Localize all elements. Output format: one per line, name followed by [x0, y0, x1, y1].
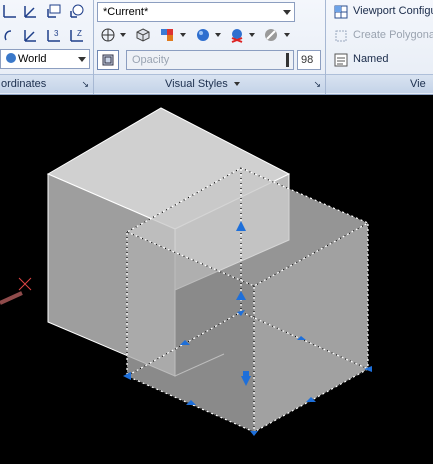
chevron-down-icon	[78, 57, 86, 62]
ucs-axis-indicator	[0, 277, 32, 305]
create-polygonal-button[interactable]: Create Polygona	[353, 29, 433, 41]
chevron-down-icon[interactable]	[249, 33, 255, 37]
ucs-view-icon[interactable]	[21, 2, 39, 20]
viewport-config-icon[interactable]	[332, 3, 350, 21]
xray-icon[interactable]	[97, 50, 119, 70]
edge-effects-icon[interactable]	[99, 26, 117, 44]
ucs-combo[interactable]: World	[0, 49, 90, 69]
chevron-down-icon[interactable]	[284, 33, 290, 37]
viewports-panel-title[interactable]: Vie	[326, 74, 433, 93]
model-canvas[interactable]	[0, 95, 433, 464]
opacity-placeholder: Opacity	[132, 54, 170, 66]
ucs-combo-value: World	[18, 53, 47, 65]
lighting-icon[interactable]	[262, 26, 280, 44]
ucs-x-icon[interactable]: Z	[68, 26, 86, 44]
ribbon: 3 Z World ordinates ↘ *Current* Opacity …	[0, 0, 433, 95]
ucs-icon[interactable]	[1, 2, 19, 20]
named-viewports-icon[interactable]	[332, 51, 350, 69]
coordinates-panel-title[interactable]: ordinates ↘	[0, 74, 93, 93]
globe-icon	[6, 53, 16, 63]
viewport-configuration-button[interactable]: Viewport Configu	[353, 5, 433, 17]
texture-icon[interactable]	[228, 26, 246, 44]
visual-style-combo[interactable]: *Current*	[97, 2, 295, 22]
opacity-slider-thumb[interactable]	[286, 53, 289, 67]
ucs-z-icon[interactable]	[21, 26, 39, 44]
chevron-down-icon[interactable]	[215, 33, 221, 37]
face-style-icon[interactable]	[134, 26, 152, 44]
material-icon[interactable]	[194, 26, 212, 44]
opacity-slider[interactable]: Opacity	[126, 50, 294, 70]
drawing-viewport[interactable]	[0, 95, 433, 464]
grip-corner	[250, 431, 258, 436]
chevron-down-icon[interactable]	[234, 82, 240, 86]
svg-text:Z: Z	[77, 29, 82, 38]
ucs-face-icon[interactable]	[68, 2, 86, 20]
ucs-origin-icon[interactable]	[1, 26, 19, 44]
visual-styles-panel-title[interactable]: Visual Styles ↘	[94, 74, 325, 93]
ucs-object-icon[interactable]	[45, 2, 63, 20]
svg-text:3: 3	[54, 29, 59, 38]
opacity-value-field[interactable]: 98	[297, 50, 321, 70]
chevron-down-icon[interactable]	[180, 33, 186, 37]
panel-launcher-icon[interactable]: ↘	[313, 75, 321, 93]
chevron-down-icon[interactable]	[120, 33, 126, 37]
chevron-down-icon	[283, 10, 291, 15]
opacity-value: 98	[301, 54, 314, 66]
named-viewports-button[interactable]: Named	[353, 53, 388, 65]
visual-style-value: *Current*	[103, 6, 149, 18]
grip-square	[243, 371, 249, 377]
panel-launcher-icon[interactable]: ↘	[81, 75, 89, 93]
shadows-icon[interactable]	[158, 26, 176, 44]
ucs-3point-icon[interactable]: 3	[45, 26, 63, 44]
create-polygon-icon[interactable]	[332, 27, 350, 45]
